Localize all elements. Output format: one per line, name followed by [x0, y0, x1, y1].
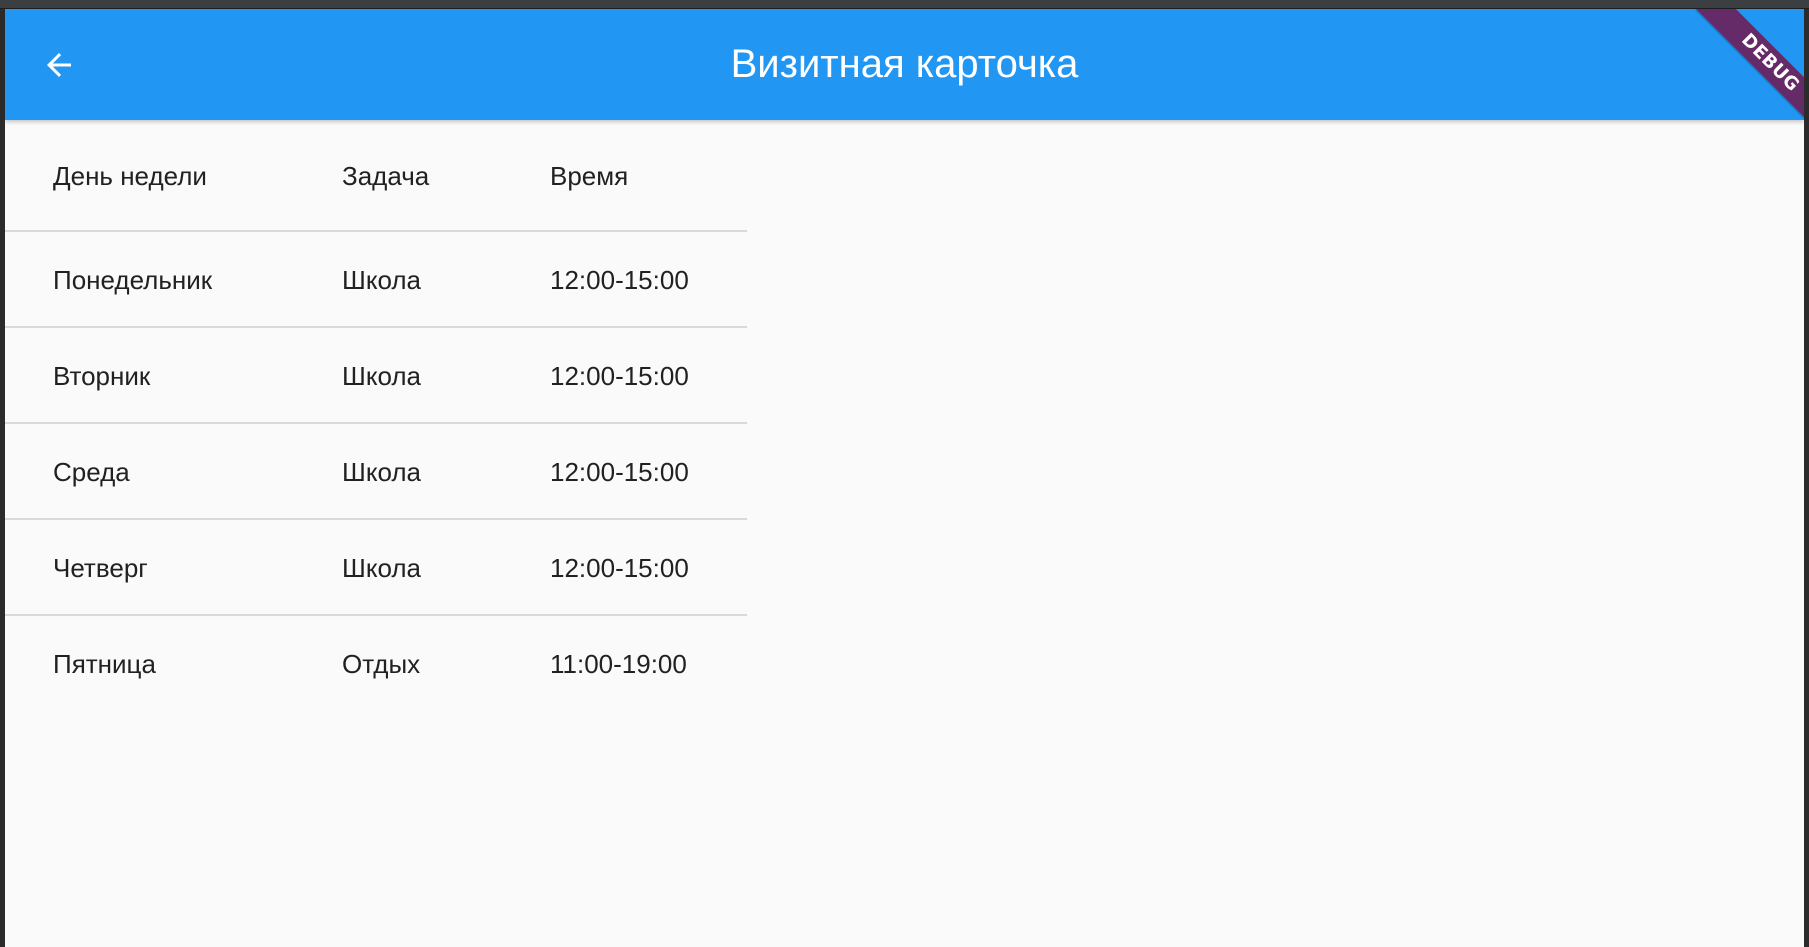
cell-task: Школа [342, 265, 422, 295]
app-window: Визитная карточка DEBUG День недели Зада… [5, 9, 1804, 947]
cell-time: 12:00-15:00 [550, 265, 689, 295]
app-bar: Визитная карточка [5, 9, 1804, 120]
cell-time: 12:00-15:00 [550, 361, 689, 391]
table-row: Среда Школа 12:00-15:00 [5, 424, 747, 520]
window-top-strip [0, 0, 1809, 9]
cell-task: Отдых [342, 649, 421, 679]
column-header-time: Время [550, 161, 629, 191]
cell-day: Вторник [53, 361, 151, 391]
table-row: Пятница Отдых 11:00-19:00 [5, 616, 747, 712]
cell-day: Понедельник [53, 265, 213, 295]
cell-day: Среда [53, 457, 130, 487]
column-header-day: День недели [53, 161, 207, 191]
table-header-row: День недели Задача Время [5, 120, 747, 232]
cell-time: 11:00-19:00 [550, 649, 687, 679]
back-button[interactable] [29, 35, 89, 95]
cell-task: Школа [342, 457, 422, 487]
cell-time: 12:00-15:00 [550, 553, 689, 583]
cell-day: Пятница [53, 649, 156, 679]
cell-task: Школа [342, 553, 422, 583]
window-right-edge [1804, 9, 1809, 947]
page-title: Визитная карточка [730, 42, 1079, 86]
column-header-task: Задача [342, 161, 430, 191]
cell-task: Школа [342, 361, 422, 391]
cell-time: 12:00-15:00 [550, 457, 689, 487]
schedule-table: День недели Задача Время Понедельник Шко… [5, 120, 747, 712]
table-row: Вторник Школа 12:00-15:00 [5, 328, 747, 424]
cell-day: Четверг [53, 553, 148, 583]
table-row: Понедельник Школа 12:00-15:00 [5, 232, 747, 328]
table-row: Четверг Школа 12:00-15:00 [5, 520, 747, 616]
arrow-back-icon [41, 47, 77, 83]
